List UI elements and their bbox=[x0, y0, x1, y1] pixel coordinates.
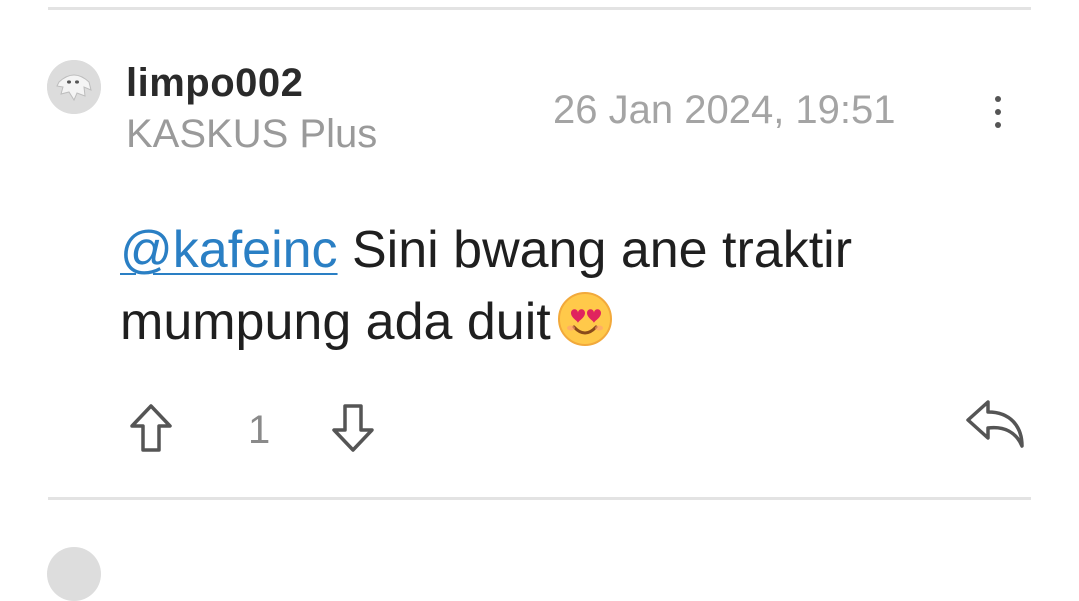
username[interactable]: limpo002 bbox=[126, 61, 303, 106]
vote-count: 1 bbox=[248, 408, 271, 452]
reply-icon bbox=[966, 400, 1024, 448]
post-text-line2: mumpung ada duit bbox=[120, 293, 551, 351]
bottom-divider bbox=[48, 497, 1031, 500]
reply-button[interactable] bbox=[964, 396, 1026, 450]
heart-eyes-emoji-icon bbox=[557, 291, 613, 366]
next-comment-avatar[interactable] bbox=[47, 547, 101, 601]
avatar-ghost-icon bbox=[47, 60, 101, 114]
upvote-button[interactable] bbox=[128, 402, 174, 454]
user-mention-link[interactable]: @kafeinc bbox=[120, 221, 338, 279]
more-vertical-icon bbox=[995, 96, 1001, 102]
user-avatar[interactable] bbox=[47, 60, 101, 114]
post-body: @kafeinc Sini bwang ane traktir mumpung … bbox=[120, 214, 1040, 366]
top-divider bbox=[48, 7, 1031, 10]
more-options-button[interactable] bbox=[978, 88, 1018, 136]
downvote-button[interactable] bbox=[330, 402, 376, 454]
more-vertical-icon-dot bbox=[995, 109, 1001, 115]
more-vertical-icon-dot bbox=[995, 122, 1001, 128]
arrow-up-icon bbox=[130, 404, 172, 452]
post-text-line1: Sini bwang ane traktir bbox=[337, 221, 853, 279]
post-timestamp: 26 Jan 2024, 19:51 bbox=[553, 88, 896, 132]
arrow-down-icon bbox=[332, 404, 374, 452]
user-rank-badge: KASKUS Plus bbox=[126, 112, 378, 156]
